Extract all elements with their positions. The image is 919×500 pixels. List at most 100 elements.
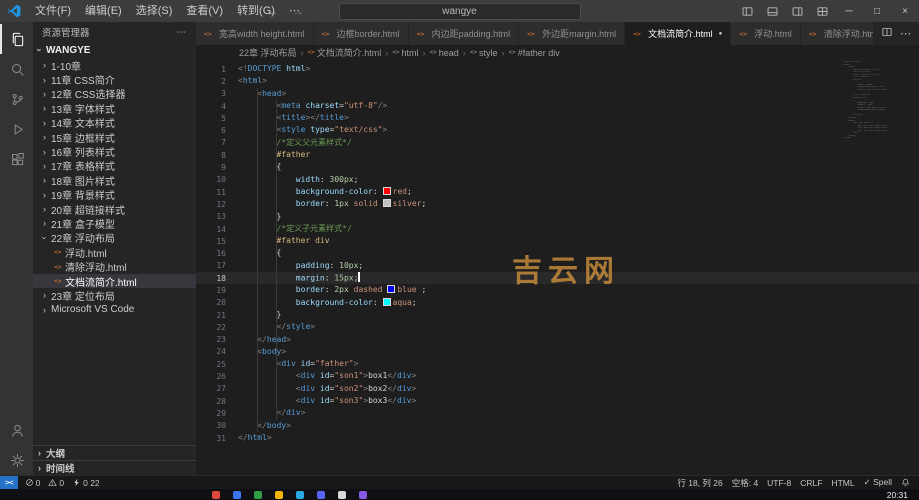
breadcrumb-item[interactable]: <> html — [391, 48, 419, 58]
activity-account-icon[interactable] — [0, 415, 33, 445]
activity-search-icon[interactable] — [0, 54, 33, 84]
line-number[interactable]: 23 — [196, 335, 226, 344]
code-line[interactable]: 10 width: 300px; — [196, 174, 919, 186]
code-line[interactable]: 4 <meta charset="utf-8"/> — [196, 100, 919, 112]
status-counter[interactable]: 0 22 — [72, 478, 100, 488]
activity-explorer-icon[interactable] — [0, 24, 33, 54]
tree-item-file[interactable]: <> 清除浮动.html — [33, 259, 196, 275]
taskbar-app-icon[interactable] — [296, 491, 304, 499]
tree-item-folder[interactable]: › 12章 CSS选择器 — [33, 87, 196, 102]
tree-item-file[interactable]: <> 文档流简介.html — [33, 273, 196, 289]
status-errors[interactable]: 0 — [25, 478, 40, 488]
tree-item-folder[interactable]: › Microsoft VS Code — [33, 303, 196, 317]
notifications-bell-icon[interactable] — [901, 478, 910, 487]
menu-item-1[interactable]: 编辑(E) — [78, 0, 129, 22]
line-number[interactable]: 3 — [196, 89, 226, 98]
code-line[interactable]: 3 <head> — [196, 88, 919, 100]
status-item-3[interactable]: CRLF — [800, 478, 822, 488]
menu-item-3[interactable]: 查看(V) — [179, 0, 230, 22]
line-number[interactable]: 21 — [196, 311, 226, 320]
code-editor[interactable]: 1 <!DOCTYPE html> 2 <html> 3 <head> 4 <meta c… — [196, 60, 919, 475]
taskbar-app-icon[interactable] — [338, 491, 346, 499]
line-number[interactable]: 31 — [196, 434, 226, 443]
line-number[interactable]: 22 — [196, 323, 226, 332]
code-line[interactable]: 26 <div id="son1">box1</div> — [196, 370, 919, 382]
taskbar-app-icon[interactable] — [359, 491, 367, 499]
code-line[interactable]: 29 </div> — [196, 407, 919, 419]
back-icon[interactable]: ← — [266, 4, 278, 18]
editor-tab[interactable]: <> 浮动.html — [731, 22, 801, 45]
code-line[interactable]: 5 <title></title> — [196, 112, 919, 124]
code-line[interactable]: 13 } — [196, 211, 919, 223]
line-number[interactable]: 10 — [196, 175, 226, 184]
line-number[interactable]: 4 — [196, 102, 226, 111]
line-number[interactable]: 26 — [196, 372, 226, 381]
line-number[interactable]: 5 — [196, 114, 226, 123]
editor-tab[interactable]: <> 宽高width height.html — [196, 22, 314, 45]
line-number[interactable]: 12 — [196, 200, 226, 209]
line-number[interactable]: 29 — [196, 409, 226, 418]
customize-layout-icon[interactable] — [810, 5, 835, 18]
tree-item-folder[interactable]: › 16章 列表样式 — [33, 144, 196, 160]
code-line[interactable]: 22 </style> — [196, 321, 919, 333]
editor-more-icon[interactable]: ⋯ — [900, 27, 911, 40]
tree-item-folder[interactable]: › 19章 背景样式 — [33, 188, 196, 203]
menu-item-0[interactable]: 文件(F) — [28, 0, 78, 22]
tree-item-folder[interactable]: › 14章 文本样式 — [33, 116, 196, 131]
line-number[interactable]: 17 — [196, 261, 226, 270]
line-number[interactable]: 2 — [196, 77, 226, 86]
status-warnings[interactable]: 0 — [48, 478, 64, 488]
tree-item-folder[interactable]: › 17章 表格样式 — [33, 159, 196, 174]
split-editor-icon[interactable] — [881, 26, 893, 41]
breadcrumb-item[interactable]: <> head — [429, 48, 460, 58]
line-number[interactable]: 27 — [196, 384, 226, 393]
activity-settings-icon[interactable] — [0, 445, 33, 475]
close-button[interactable]: × — [891, 0, 919, 22]
taskbar-app-icon[interactable] — [275, 491, 283, 499]
line-number[interactable]: 18 — [196, 274, 226, 283]
code-line[interactable]: 20 background-color: aqua; — [196, 297, 919, 309]
line-number[interactable]: 7 — [196, 138, 226, 147]
tree-item-folder[interactable]: › 11章 CSS简介 — [33, 72, 196, 88]
code-line[interactable]: 2 <html> — [196, 75, 919, 87]
code-line[interactable]: 12 border: 1px solid silver; — [196, 198, 919, 210]
code-line[interactable]: 8 #father — [196, 149, 919, 161]
taskbar-app-icon[interactable] — [254, 491, 262, 499]
code-line[interactable]: 1 <!DOCTYPE html> — [196, 63, 919, 75]
tree-item-folder[interactable]: › 23章 定位布局 — [33, 288, 196, 303]
remote-indicator[interactable]: >< — [0, 476, 18, 489]
sidebar-panel-header[interactable]: › 时间线 — [33, 460, 196, 475]
minimize-button[interactable]: ─ — [835, 0, 863, 22]
breadcrumb-item[interactable]: <> 文档流简介.html — [307, 46, 383, 59]
code-line[interactable]: 14 /*定义子元素样式*/ — [196, 223, 919, 235]
line-number[interactable]: 25 — [196, 360, 226, 369]
editor-tab[interactable]: <> 外边距margin.html — [519, 22, 626, 45]
breadcrumb-item[interactable]: <> style — [469, 48, 499, 58]
code-line[interactable]: 27 <div id="son2">box2</div> — [196, 383, 919, 395]
editor-tab[interactable]: <> 边框border.html — [313, 22, 409, 45]
breadcrumb-item[interactable]: 22章 浮动布局 — [238, 46, 298, 59]
taskbar-app-icon[interactable] — [212, 491, 220, 499]
activity-extensions-icon[interactable] — [0, 144, 33, 174]
status-item-0[interactable]: 行 18, 列 26 — [677, 477, 722, 489]
tree-item-folder[interactable]: › 21章 盒子模型 — [33, 216, 196, 231]
line-number[interactable]: 20 — [196, 298, 226, 307]
activity-run-debug-icon[interactable] — [0, 114, 33, 144]
line-number[interactable]: 16 — [196, 249, 226, 258]
line-number[interactable]: 28 — [196, 397, 226, 406]
code-line[interactable]: 21 } — [196, 309, 919, 321]
code-line[interactable]: 7 /*定义父元素样式*/ — [196, 137, 919, 149]
tree-item-folder[interactable]: › 1-10章 — [33, 58, 196, 73]
taskbar-app-icon[interactable] — [233, 491, 241, 499]
taskbar-clock[interactable]: 20:31 — [887, 490, 908, 500]
line-number[interactable]: 15 — [196, 237, 226, 246]
code-line[interactable]: 28 <div id="son3">box3</div> — [196, 395, 919, 407]
code-line[interactable]: 11 background-color: red; — [196, 186, 919, 198]
tree-item-folder[interactable]: › 20章 超链接样式 — [33, 202, 196, 217]
editor-tab[interactable]: <> 清除浮动.html — [800, 22, 873, 45]
line-number[interactable]: 14 — [196, 225, 226, 234]
code-line[interactable]: 23 </head> — [196, 334, 919, 346]
tree-item-folder[interactable]: › 22章 浮动布局 — [33, 231, 196, 245]
forward-icon[interactable]: → — [292, 4, 304, 18]
tree-item-file[interactable]: <> 浮动.html — [33, 245, 196, 260]
